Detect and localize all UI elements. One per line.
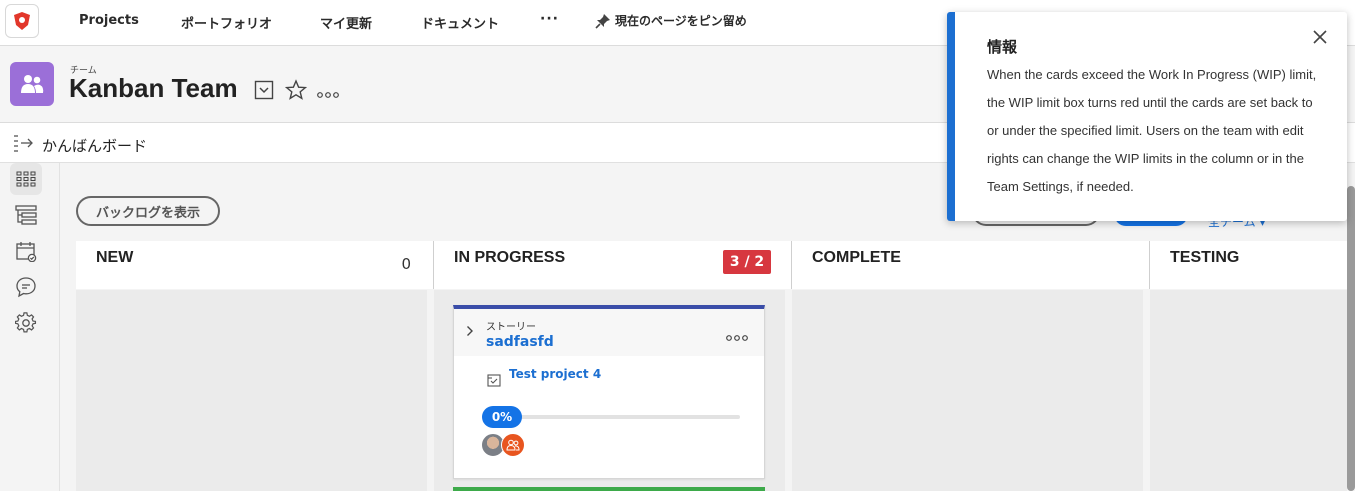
header-more-button[interactable] [317, 84, 339, 103]
column-header-in-progress: IN PROGRESS 3 / 2 [434, 241, 791, 289]
pin-page-label: 現在のページをピン留め [615, 14, 747, 28]
pin-icon [595, 13, 610, 29]
app-logo[interactable] [5, 4, 39, 38]
next-card-top-bar[interactable] [453, 487, 765, 491]
column-body-complete [792, 290, 1143, 491]
expand-panel-button[interactable] [13, 134, 35, 156]
show-backlog-button[interactable]: バックログを表示 [76, 196, 220, 226]
nav-more-button[interactable]: ··· [540, 11, 559, 27]
popover-close-button[interactable] [1313, 28, 1327, 49]
column-title: TESTING [1170, 249, 1240, 266]
column-header-new: NEW 0 [76, 241, 433, 289]
column-body-new [76, 290, 427, 491]
card-header: ストーリー sadfasfd [454, 309, 764, 356]
rail-hierarchy-button[interactable] [10, 199, 42, 231]
card-expand-button[interactable] [466, 325, 474, 341]
nav-my-updates[interactable]: マイ更新 [320, 13, 372, 32]
project-icon-svg [487, 374, 501, 387]
calendar-check-icon [16, 242, 37, 262]
info-popover: 情報 When the cards exceed the Work In Pro… [947, 12, 1347, 221]
page-title: Kanban Team [69, 73, 238, 103]
favorite-button[interactable] [284, 79, 308, 105]
project-icon [487, 372, 501, 391]
card-title-link[interactable]: sadfasfd [486, 334, 554, 350]
title-dropdown-button[interactable] [254, 80, 274, 104]
kanban-card[interactable]: ストーリー sadfasfd Test project 4 0% [453, 305, 765, 479]
gear-icon [15, 312, 37, 333]
left-rail [0, 163, 60, 491]
hierarchy-list-icon [15, 205, 37, 225]
rail-board-button[interactable] [10, 163, 42, 195]
board-name: かんばんボード [42, 137, 148, 155]
card-type: ストーリー [486, 322, 536, 333]
rail-calendar-button[interactable] [10, 235, 42, 267]
app-logo-icon [14, 12, 30, 30]
column-body-testing [1150, 290, 1347, 491]
team-avatar [10, 62, 54, 106]
rail-comments-button[interactable] [10, 271, 42, 303]
column-card-count: 0 [401, 255, 411, 273]
team-icon [506, 439, 520, 451]
team-icon [21, 75, 44, 93]
team-assignee-avatar[interactable] [501, 433, 525, 457]
progress-label: 0% [482, 406, 522, 428]
column-header-complete: COMPLETE [792, 241, 1149, 289]
card-project-link[interactable]: Test project 4 [509, 367, 601, 381]
popover-body: When the cards exceed the Work In Progre… [987, 67, 1317, 194]
column-title: IN PROGRESS [454, 249, 566, 266]
rail-settings-button[interactable] [10, 307, 42, 339]
column-header-testing: TESTING [1150, 241, 1347, 289]
comment-icon [16, 277, 36, 298]
pin-page-button[interactable]: 現在のページをピン留め [595, 12, 747, 29]
more-icon [317, 92, 339, 98]
vertical-scrollbar[interactable] [1347, 186, 1355, 491]
card-more-button[interactable] [726, 327, 748, 346]
nav-portfolio[interactable]: ポートフォリオ [181, 13, 272, 32]
nav-documents[interactable]: ドキュメント [421, 13, 499, 32]
more-icon [726, 335, 748, 341]
popover-title: 情報 [987, 38, 1018, 56]
nav-projects[interactable]: Projects [79, 13, 139, 28]
board-grid-icon [16, 171, 36, 187]
expand-panel-icon [14, 135, 33, 152]
column-title: COMPLETE [812, 249, 901, 266]
chevron-right-icon [467, 326, 473, 336]
close-icon [1313, 30, 1327, 44]
star-icon [284, 79, 308, 100]
chevron-down-box-icon [254, 80, 274, 100]
wip-limit-badge[interactable]: 3 / 2 [723, 250, 771, 274]
column-title: NEW [96, 249, 134, 266]
